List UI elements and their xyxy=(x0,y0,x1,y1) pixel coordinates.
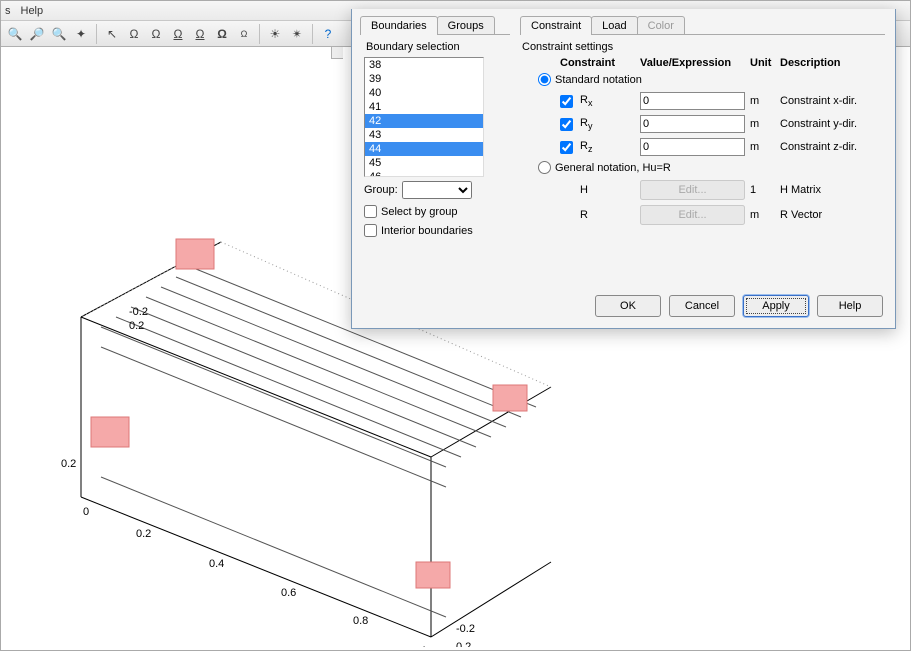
selection-patch xyxy=(416,562,450,588)
omega-1-icon[interactable]: Ω xyxy=(124,24,144,44)
general-notation-radio[interactable]: General notation, Hu=R xyxy=(538,161,883,174)
rz-desc: Constraint z-dir. xyxy=(780,141,883,153)
list-item[interactable]: 41 xyxy=(365,100,483,114)
rx-unit: m xyxy=(750,95,780,107)
ry-desc: Constraint y-dir. xyxy=(780,118,883,130)
toolbar-separator xyxy=(96,24,97,44)
rx-checkbox[interactable] xyxy=(560,95,573,108)
h-label: H xyxy=(580,184,640,196)
r-unit: m xyxy=(750,209,780,221)
select-icon[interactable]: ↖ xyxy=(102,24,122,44)
r-edit-button: Edit... xyxy=(640,205,745,225)
ok-button[interactable]: OK xyxy=(595,295,661,317)
ry-checkbox[interactable] xyxy=(560,118,573,131)
rx-desc: Constraint x-dir. xyxy=(780,95,883,107)
zoom-in-icon[interactable]: 🔍 xyxy=(5,24,25,44)
r-label: R xyxy=(580,209,640,221)
interior-boundaries-checkbox[interactable]: Interior boundaries xyxy=(364,224,506,237)
omega-big-icon[interactable]: Ω xyxy=(212,24,232,44)
dialog-buttons: OK Cancel Apply Help xyxy=(352,289,895,323)
svg-text:0.2: 0.2 xyxy=(456,641,471,647)
toolbar-separator xyxy=(259,24,260,44)
menu-item-help[interactable]: Help xyxy=(21,5,44,17)
canvas-splitter[interactable] xyxy=(331,47,343,59)
zoom-axes-icon[interactable]: ✦ xyxy=(71,24,91,44)
group-select[interactable] xyxy=(402,181,472,199)
menu-item-s[interactable]: s xyxy=(5,5,11,17)
svg-text:0.2: 0.2 xyxy=(61,458,76,470)
list-item[interactable]: 46 xyxy=(365,170,483,177)
rz-unit: m xyxy=(750,141,780,153)
select-by-group-checkbox[interactable]: Select by group xyxy=(364,205,506,218)
h-unit: 1 xyxy=(750,184,780,196)
tab-constraint[interactable]: Constraint xyxy=(520,16,592,35)
apply-button[interactable]: Apply xyxy=(743,295,809,317)
omega-small-icon[interactable]: Ω xyxy=(234,24,254,44)
boundary-settings-dialog: Boundaries Groups Boundary selection 38 … xyxy=(351,9,896,329)
rz-label: Rz xyxy=(580,140,640,154)
rz-input[interactable] xyxy=(640,138,745,156)
tab-color: Color xyxy=(637,16,685,35)
rz-checkbox[interactable] xyxy=(560,141,573,154)
h-row: H Edit... 1 H Matrix xyxy=(522,180,883,200)
ry-row: Ry m Constraint y-dir. xyxy=(522,115,883,133)
selection-patch xyxy=(493,385,527,411)
tab-groups[interactable]: Groups xyxy=(437,16,495,35)
standard-notation-radio[interactable]: Standard notation xyxy=(538,73,883,86)
h-desc: H Matrix xyxy=(780,184,883,196)
list-item[interactable]: 44 xyxy=(365,142,483,156)
svg-text:0.4: 0.4 xyxy=(209,558,224,570)
left-tabs: Boundaries Groups xyxy=(360,13,510,35)
list-item[interactable]: 45 xyxy=(365,156,483,170)
help-button[interactable]: Help xyxy=(817,295,883,317)
svg-text:0.2: 0.2 xyxy=(129,320,144,332)
selection-patch xyxy=(176,239,214,269)
app-window: s Help 🔍 🔎 🔍 ✦ ↖ Ω Ω Ω Ω Ω Ω ☀ ✴ ? xyxy=(0,0,911,651)
svg-text:0.8: 0.8 xyxy=(353,615,368,627)
list-item[interactable]: 38 xyxy=(365,58,483,72)
svg-text:0.2: 0.2 xyxy=(136,528,151,540)
tab-boundaries[interactable]: Boundaries xyxy=(360,16,438,35)
zoom-area-icon[interactable]: 🔍 xyxy=(49,24,69,44)
list-item[interactable]: 42 xyxy=(365,114,483,128)
compass-icon[interactable]: ✴ xyxy=(287,24,307,44)
svg-text:1: 1 xyxy=(421,645,427,647)
ry-label: Ry xyxy=(580,117,640,131)
rz-row: Rz m Constraint z-dir. xyxy=(522,138,883,156)
list-item[interactable]: 43 xyxy=(365,128,483,142)
help-icon[interactable]: ? xyxy=(318,24,338,44)
constraint-settings-label: Constraint settings xyxy=(522,41,883,53)
right-tabs: Constraint Load Color xyxy=(520,13,885,35)
cancel-button[interactable]: Cancel xyxy=(669,295,735,317)
toolbar-separator xyxy=(312,24,313,44)
omega-2b-icon[interactable]: Ω xyxy=(190,24,210,44)
tab-load[interactable]: Load xyxy=(591,16,637,35)
rx-input[interactable] xyxy=(640,92,745,110)
settings-headers: Constraint Value/Expression Unit Descrip… xyxy=(560,57,883,69)
rx-row: Rx m Constraint x-dir. xyxy=(522,92,883,110)
r-row: R Edit... m R Vector xyxy=(522,205,883,225)
svg-text:-0.2: -0.2 xyxy=(129,306,148,318)
svg-text:-0.2: -0.2 xyxy=(456,623,475,635)
ry-unit: m xyxy=(750,118,780,130)
r-desc: R Vector xyxy=(780,209,883,221)
svg-text:0: 0 xyxy=(83,506,89,518)
omega-1b-icon[interactable]: Ω xyxy=(146,24,166,44)
boundary-listbox[interactable]: 38 39 40 41 42 43 44 45 46 xyxy=(364,57,484,177)
group-label: Group: xyxy=(364,184,398,196)
svg-text:0.6: 0.6 xyxy=(281,587,296,599)
selection-patch xyxy=(91,417,129,447)
list-item[interactable]: 40 xyxy=(365,86,483,100)
zoom-out-icon[interactable]: 🔎 xyxy=(27,24,47,44)
h-edit-button: Edit... xyxy=(640,180,745,200)
sun-icon[interactable]: ☀ xyxy=(265,24,285,44)
boundary-selection-label: Boundary selection xyxy=(366,41,506,53)
rx-label: Rx xyxy=(580,94,640,108)
omega-2-icon[interactable]: Ω xyxy=(168,24,188,44)
ry-input[interactable] xyxy=(640,115,745,133)
list-item[interactable]: 39 xyxy=(365,72,483,86)
